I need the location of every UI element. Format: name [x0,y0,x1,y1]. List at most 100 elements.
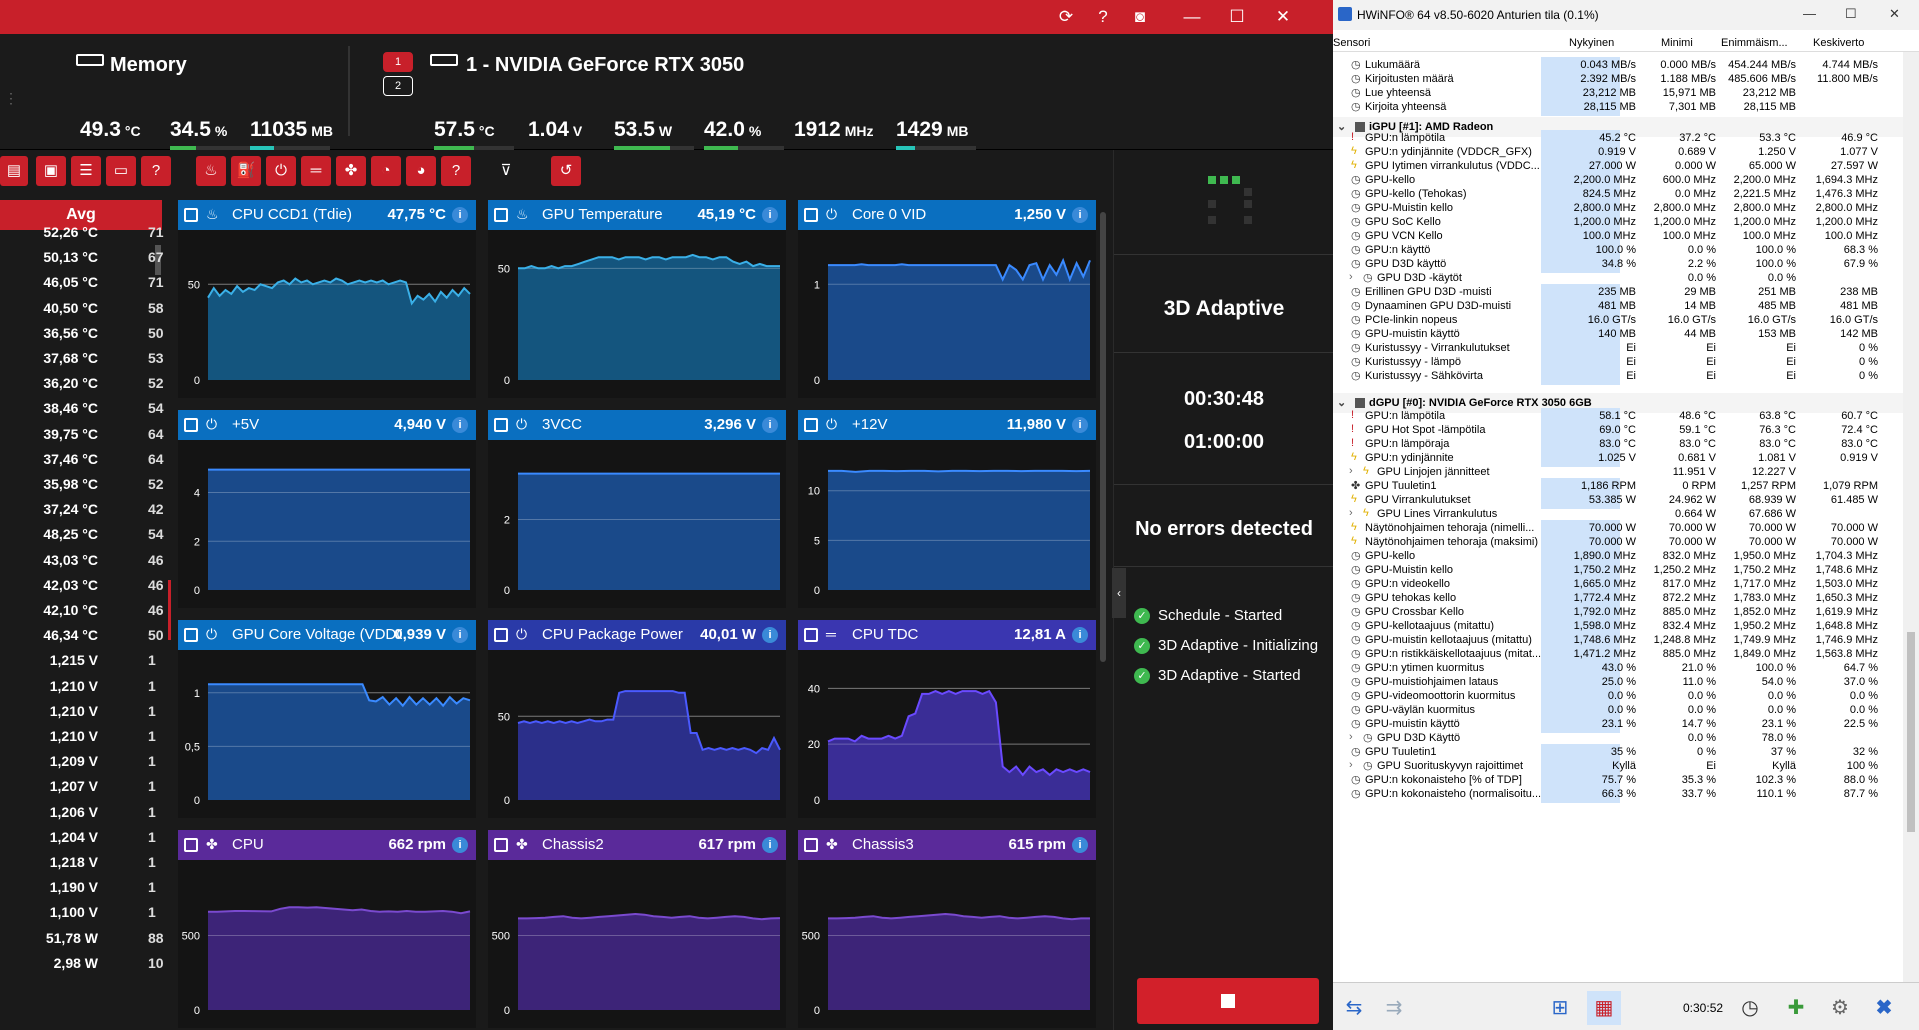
info-icon[interactable]: i [452,417,468,433]
graph-header[interactable]: ⏻ CPU Package Power 40,01 W i [488,620,786,650]
graph-header[interactable]: ⏻ +5V 4,940 V i [178,410,476,440]
graph-header[interactable]: ⏻ +12V 11,980 V i [798,410,1096,440]
avg-row[interactable]: 39,75 °C 64 [0,422,164,447]
scrollbar-thumb[interactable] [1907,632,1915,832]
collapse-icon[interactable]: ‹ [1112,568,1126,618]
graph-header[interactable]: ♨ CPU CCD1 (Tdie) 47,75 °C i [178,200,476,230]
avg-row[interactable]: 48,25 °C 54 [0,522,164,547]
info-icon[interactable]: i [1072,627,1088,643]
graph-panel[interactable]: ♨ CPU CCD1 (Tdie) 47,75 °C i 50 0 [178,200,476,398]
avg-row[interactable]: 1,218 V 1 [0,850,164,875]
info-icon[interactable]: i [762,417,778,433]
avg-row[interactable]: 1,207 V 1 [0,774,164,799]
info-icon[interactable]: i [452,837,468,853]
help-icon[interactable]: ? [1088,2,1118,32]
graph-header[interactable]: ⏻ 3VCC 3,296 V i [488,410,786,440]
avg-row[interactable]: 50,13 °C 67 [0,245,164,270]
close-icon[interactable]: ✕ [1268,2,1298,32]
speedometer-icon[interactable]: ◕ [406,156,436,186]
info-icon[interactable]: i [762,207,778,223]
avg-row[interactable]: 40,50 °C 58 [0,296,164,321]
sensor-icon[interactable]: ▦ [1587,991,1621,1025]
avg-row[interactable]: 1,210 V 1 [0,674,164,699]
gpu-pill-2[interactable]: 2 [383,76,413,96]
col-avg[interactable]: Keskiverto [1813,37,1864,49]
network-icon[interactable]: ⊞ [1543,991,1577,1025]
close-icon[interactable]: ✖ [1867,991,1901,1025]
avg-row[interactable]: 1,190 V 1 [0,875,164,900]
expand-icon[interactable]: › [1349,759,1353,771]
info-icon[interactable]: i [452,207,468,223]
reset-icon[interactable]: ↺ [551,156,581,186]
avg-row[interactable]: 51,78 W 88 [0,926,164,951]
graph-panel[interactable]: ✤ Chassis2 617 rpm i 500 0 [488,830,786,1028]
avg-row[interactable]: 52,26 °C 71 [0,220,164,245]
hwinfo-scrollbar[interactable] [1903,52,1919,982]
graph-header[interactable]: ✤ Chassis2 617 rpm i [488,830,786,860]
avg-row[interactable]: 36,20 °C 52 [0,371,164,396]
info-icon[interactable]: i [1072,207,1088,223]
col-current[interactable]: Nykyinen [1569,37,1614,49]
gpu-pill-1[interactable]: 1 [383,52,413,72]
cpu-filter-icon[interactable]: ▣ [36,156,66,186]
avg-row[interactable]: 46,05 °C 71 [0,270,164,295]
clock-icon[interactable]: ◷ [1733,991,1767,1025]
plug-icon[interactable]: ⏻ [266,156,296,186]
avg-row[interactable]: 35,98 °C 52 [0,472,164,497]
avg-row[interactable]: 42,03 °C 46 [0,573,164,598]
graph-panel[interactable]: ✤ CPU 662 rpm i 500 0 [178,830,476,1028]
arrows-disabled-icon[interactable]: ⇉ [1377,991,1411,1025]
avg-row[interactable]: 37,68 °C 53 [0,346,164,371]
gauge-icon[interactable]: ◔ [371,156,401,186]
filter-icon[interactable]: ⊽ [491,156,521,186]
col-max[interactable]: Enimmäism... [1721,37,1788,49]
avg-row[interactable]: 43,03 °C 46 [0,548,164,573]
temperature-icon[interactable]: ♨ [196,156,226,186]
graph-panel[interactable]: ═ CPU TDC 12,81 A i 40 20 0 [798,620,1096,818]
avg-row[interactable]: 1,100 V 1 [0,900,164,925]
memory-filter-icon[interactable]: ▭ [106,156,136,186]
minimize-icon[interactable]: — [1803,6,1816,21]
avg-row[interactable]: 1,209 V 1 [0,749,164,774]
graph-header[interactable]: ♨ GPU Temperature 45,19 °C i [488,200,786,230]
col-min[interactable]: Minimi [1661,37,1693,49]
expand-icon[interactable]: › [1349,271,1353,283]
graph-panel[interactable]: ⏻ Core 0 VID 1,250 Vi10 [798,200,1096,398]
sensor-row[interactable]: ◷ Kuristussyy - Sähkövirta Ei Ei Ei 0 % [1333,368,1919,385]
minimize-icon[interactable]: — [1177,2,1207,32]
graph-panel[interactable]: ♨ GPU Temperature 45,19 °C i 50 0 [488,200,786,398]
col-sensor[interactable]: Sensori [1333,37,1370,49]
expand-icon[interactable]: › [1349,507,1353,519]
avg-row[interactable]: 42,10 °C 46 [0,598,164,623]
avg-row[interactable]: 1,215 V 1 [0,648,164,673]
sensor-row[interactable]: ◷ GPU:n kokonaisteho (normalisoitu... 66.3… [1333,786,1919,803]
add-icon[interactable]: ✚ [1779,991,1813,1025]
question-icon[interactable]: ? [441,156,471,186]
maximize-icon[interactable]: ☐ [1845,6,1857,22]
arrows-icon[interactable]: ⇆ [1337,991,1371,1025]
graph-header[interactable]: ✤ CPU 662 rpm i [178,830,476,860]
refresh-icon[interactable]: ⟳ [1051,2,1081,32]
info-icon[interactable]: i [762,837,778,853]
graph-header[interactable]: ✤ Chassis3 615 rpm i [798,830,1096,860]
avg-row[interactable]: 46,34 °C 50 [0,623,164,648]
stop-button[interactable] [1137,978,1319,1024]
avg-row[interactable]: 1,210 V 1 [0,699,164,724]
graph-panel[interactable]: ⏻ GPU Core Voltage (VDDC 0,939 Vi 1 0,5 0 [178,620,476,818]
expand-icon[interactable]: › [1349,731,1353,743]
graph-header[interactable]: ⏻ GPU Core Voltage (VDDC 0,939 V i [178,620,476,650]
graph-panel[interactable]: ⏻ 3VCC 3,296 Vi20 [488,410,786,608]
gear-icon[interactable]: ⚙ [1823,991,1857,1025]
avg-row[interactable]: 1,206 V 1 [0,800,164,825]
camera-icon[interactable]: ◙ [1125,2,1155,32]
sensor-row[interactable]: ◷ Kirjoita yhteensä 28,115 MB 7,301 MB 28,11… [1333,99,1919,116]
help-filter-icon[interactable]: ? [141,156,171,186]
storage-filter-icon[interactable]: ☰ [71,156,101,186]
graph-header[interactable]: ⏻ Core 0 VID 1,250 V i [798,200,1096,230]
maximize-icon[interactable]: ☐ [1222,2,1252,32]
graph-header[interactable]: ═ CPU TDC 12,81 A i [798,620,1096,650]
avg-row[interactable]: 1,210 V 1 [0,724,164,749]
avg-row[interactable]: 37,24 °C 42 [0,497,164,522]
avg-row[interactable]: 1,204 V 1 [0,825,164,850]
info-icon[interactable]: i [452,627,468,643]
